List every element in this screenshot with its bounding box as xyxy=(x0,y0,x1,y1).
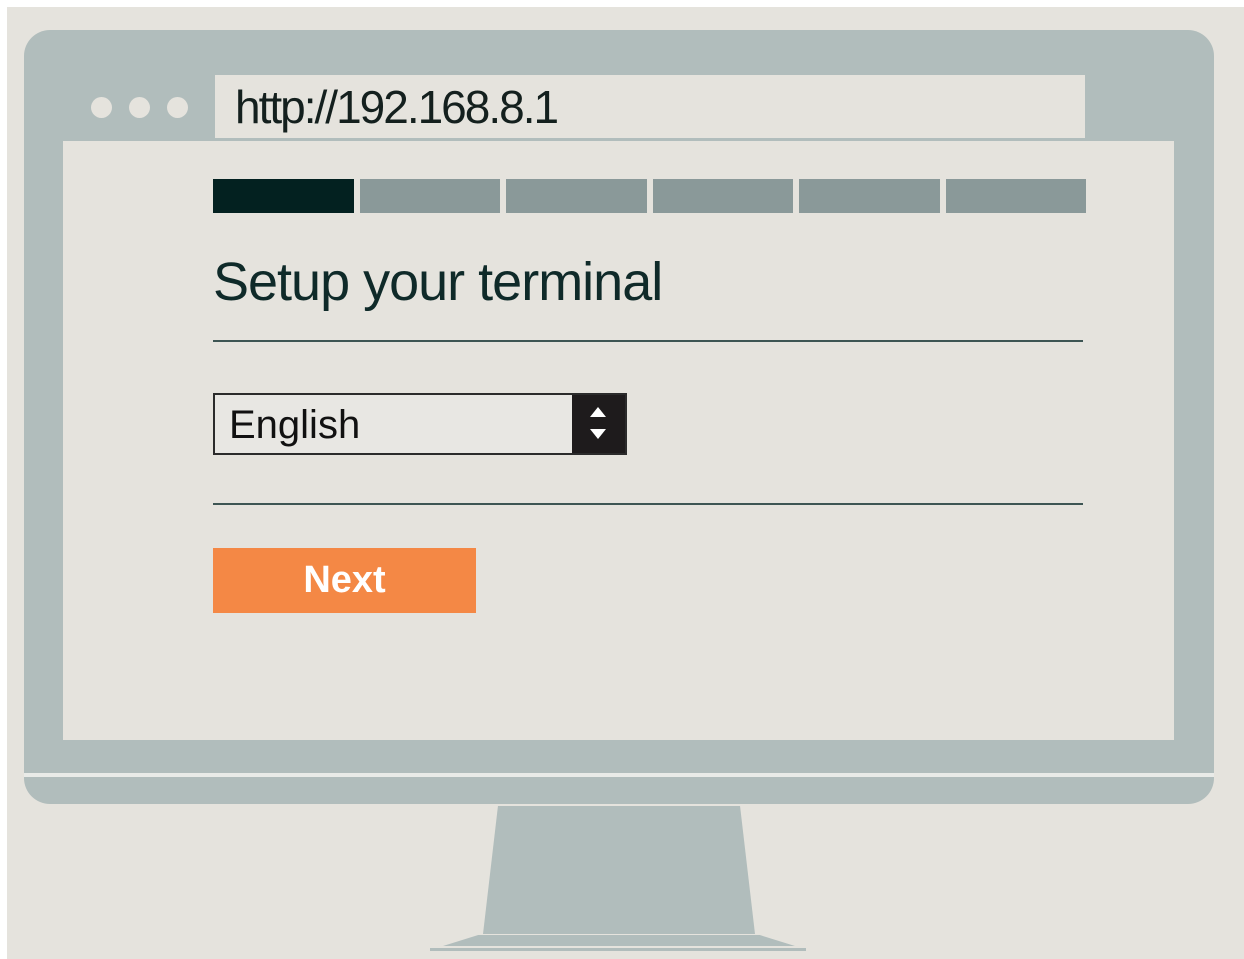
monitor-base-shadow xyxy=(430,948,806,951)
setup-progress-bar xyxy=(213,179,1086,213)
window-dot-icon[interactable] xyxy=(129,97,150,118)
chevron-up-icon xyxy=(590,407,606,417)
chevron-down-icon xyxy=(590,429,606,439)
language-select[interactable]: English xyxy=(213,393,627,455)
progress-step-4 xyxy=(652,179,793,213)
select-arrows-icon[interactable] xyxy=(572,395,625,453)
monitor-bezel-divider xyxy=(24,773,1214,777)
progress-step-1 xyxy=(213,179,354,213)
browser-toolbar: http://192.168.8.1 xyxy=(63,67,1174,141)
progress-step-6 xyxy=(945,179,1086,213)
next-button[interactable]: Next xyxy=(213,548,476,613)
monitor-stand xyxy=(483,806,755,934)
window-dot-icon[interactable] xyxy=(91,97,112,118)
progress-step-3 xyxy=(506,179,647,213)
window-dot-icon[interactable] xyxy=(167,97,188,118)
address-bar-url: http://192.168.8.1 xyxy=(235,81,559,133)
address-bar[interactable]: http://192.168.8.1 xyxy=(215,75,1085,138)
language-select-value: English xyxy=(229,403,361,447)
divider xyxy=(213,503,1083,505)
monitor-screen: http://192.168.8.1 Setup your terminal E… xyxy=(63,67,1174,740)
page-title: Setup your terminal xyxy=(213,252,663,312)
progress-step-5 xyxy=(799,179,940,213)
divider xyxy=(213,340,1083,342)
progress-step-2 xyxy=(359,179,500,213)
monitor-base xyxy=(443,935,795,946)
